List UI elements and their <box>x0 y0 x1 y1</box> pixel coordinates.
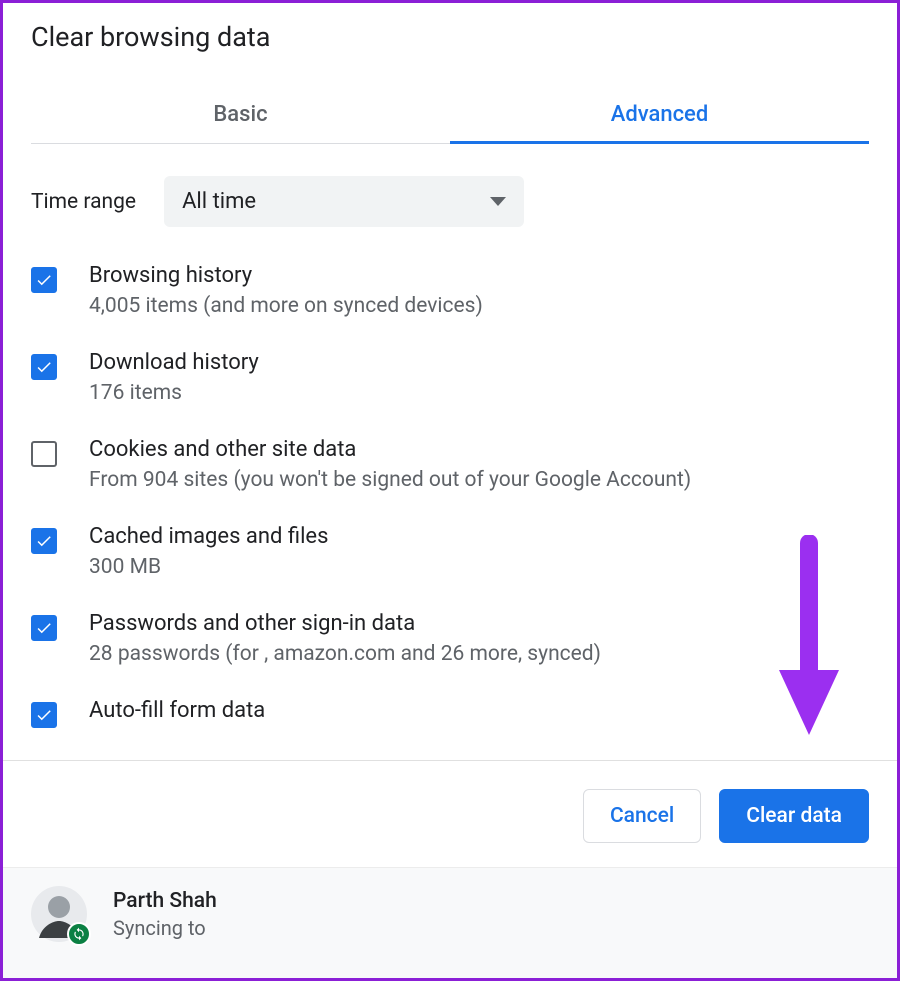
option-subtitle: 176 items <box>89 381 259 405</box>
time-range-value: All time <box>182 189 256 214</box>
option-subtitle: 4,005 items (and more on synced devices) <box>89 294 483 318</box>
option-title: Cached images and files <box>89 524 328 549</box>
option-text: Passwords and other sign-in data 28 pass… <box>89 611 601 666</box>
option-text: Browsing history 4,005 items (and more o… <box>89 263 483 318</box>
clear-browsing-data-dialog: Clear browsing data Basic Advanced Time … <box>3 3 897 978</box>
option-browsing-history: Browsing history 4,005 items (and more o… <box>31 263 869 318</box>
option-cached: Cached images and files 300 MB <box>31 524 869 579</box>
checkbox-cached[interactable] <box>31 528 57 554</box>
button-label: Clear data <box>746 804 842 828</box>
checkbox-cookies[interactable] <box>31 441 57 467</box>
chevron-down-icon <box>490 197 506 206</box>
option-title: Download history <box>89 350 259 375</box>
tabs: Basic Advanced <box>31 88 869 144</box>
checkbox-browsing-history[interactable] <box>31 267 57 293</box>
option-text: Cookies and other site data From 904 sit… <box>89 437 691 492</box>
dialog-body: Time range All time Browsing history 4,0… <box>3 144 897 760</box>
option-subtitle: 28 passwords (for , amazon.com and 26 mo… <box>89 642 601 666</box>
option-text: Download history 176 items <box>89 350 259 405</box>
tab-label: Basic <box>213 102 267 127</box>
dialog-footer: Cancel Clear data <box>3 760 897 867</box>
tab-label: Advanced <box>611 102 709 127</box>
profile-text: Parth Shah Syncing to <box>113 889 217 940</box>
cancel-button[interactable]: Cancel <box>583 789 701 843</box>
options-list: Browsing history 4,005 items (and more o… <box>31 263 869 728</box>
time-range-select[interactable]: All time <box>164 176 524 227</box>
dialog-title: Clear browsing data <box>31 21 869 53</box>
option-subtitle: From 904 sites (you won't be signed out … <box>89 468 691 492</box>
checkbox-download-history[interactable] <box>31 354 57 380</box>
option-autofill: Auto-fill form data <box>31 698 869 728</box>
sync-icon <box>72 927 86 941</box>
profile-name: Parth Shah <box>113 889 217 913</box>
option-cookies: Cookies and other site data From 904 sit… <box>31 437 869 492</box>
check-icon <box>35 706 53 724</box>
profile-status: Syncing to <box>113 916 217 940</box>
option-title: Browsing history <box>89 263 483 288</box>
checkbox-autofill[interactable] <box>31 702 57 728</box>
tab-basic[interactable]: Basic <box>31 88 450 143</box>
avatar <box>31 886 87 942</box>
sync-badge-icon <box>67 922 91 946</box>
option-text: Auto-fill form data <box>89 698 265 723</box>
check-icon <box>35 271 53 289</box>
checkbox-passwords[interactable] <box>31 615 57 641</box>
time-range-label: Time range <box>31 190 136 214</box>
option-title: Cookies and other site data <box>89 437 691 462</box>
option-title: Passwords and other sign-in data <box>89 611 601 636</box>
button-label: Cancel <box>610 804 674 828</box>
option-passwords: Passwords and other sign-in data 28 pass… <box>31 611 869 666</box>
check-icon <box>35 619 53 637</box>
option-title: Auto-fill form data <box>89 698 265 723</box>
dialog-header: Clear browsing data Basic Advanced <box>3 3 897 144</box>
check-icon <box>35 358 53 376</box>
option-text: Cached images and files 300 MB <box>89 524 328 579</box>
profile-section: Parth Shah Syncing to <box>3 867 897 978</box>
option-download-history: Download history 176 items <box>31 350 869 405</box>
check-icon <box>35 532 53 550</box>
option-subtitle: 300 MB <box>89 555 328 579</box>
tab-advanced[interactable]: Advanced <box>450 88 869 143</box>
clear-data-button[interactable]: Clear data <box>719 789 869 843</box>
time-range-row: Time range All time <box>31 176 869 227</box>
